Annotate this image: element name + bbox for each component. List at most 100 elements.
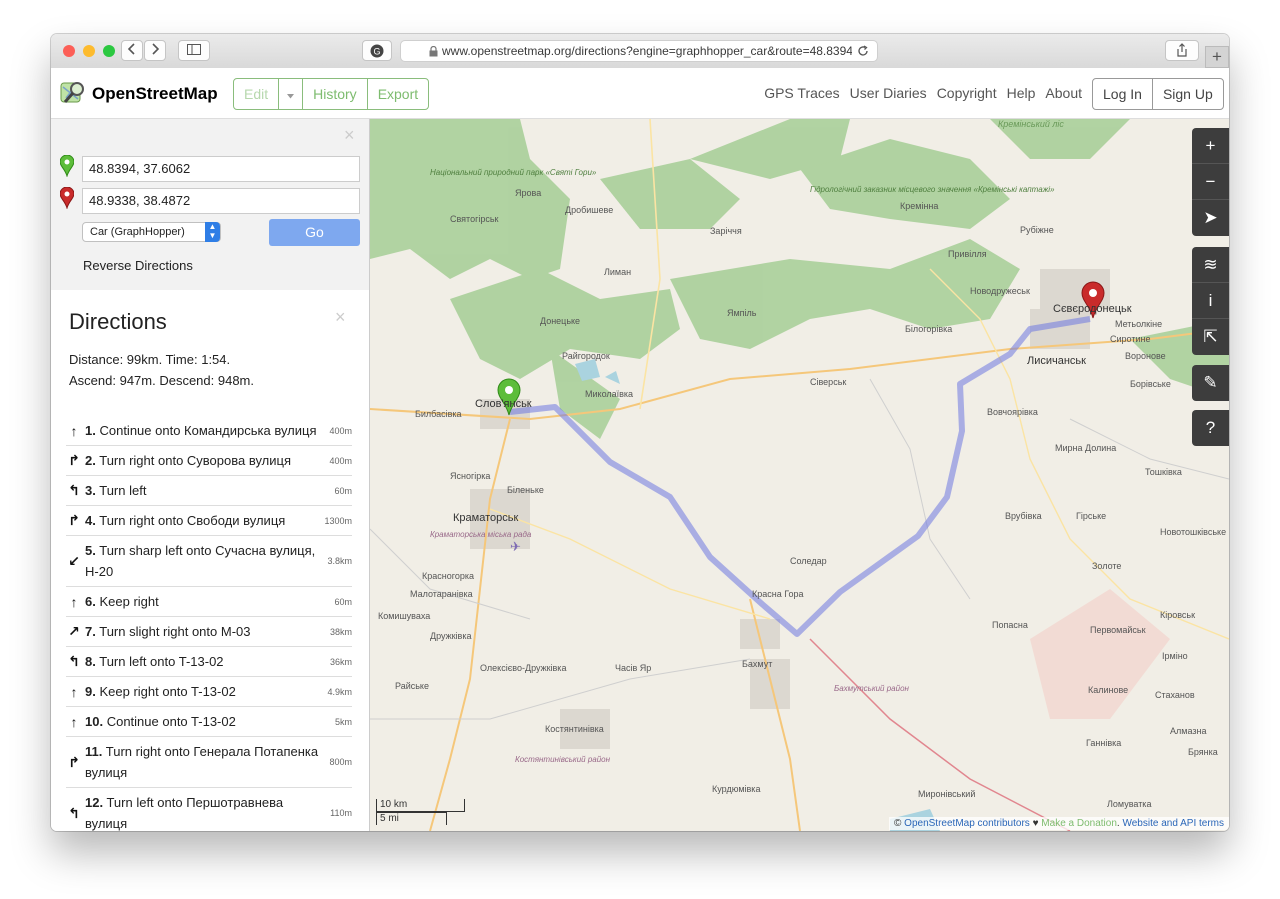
map-tools: ≋ i ⇱: [1192, 247, 1229, 355]
map-label: Гідрологічний заказник місцевого значенн…: [810, 185, 1055, 194]
direction-step[interactable]: ↙ 5. Turn sharp left onto Сучасна вулиця…: [66, 536, 352, 587]
nav-help[interactable]: Help: [1007, 85, 1036, 101]
map-label: Рубіжне: [1020, 225, 1054, 235]
back-button[interactable]: [121, 40, 143, 61]
map-label: Тошківка: [1145, 467, 1182, 477]
engine-select[interactable]: Car (GraphHopper) ▲ ▼: [82, 222, 221, 242]
step-text: Turn right onto Генерала Потапенка вулиц…: [85, 744, 319, 780]
go-button[interactable]: Go: [269, 219, 360, 246]
turn-left-icon: ↰: [68, 804, 80, 821]
terms-link[interactable]: Website and API terms: [1122, 818, 1224, 829]
straight-arrow-icon: ↑: [70, 713, 78, 730]
login-button[interactable]: Log In: [1093, 79, 1153, 109]
step-text: Keep right onto T-13-02: [99, 684, 236, 699]
route-form: × 48.8394, 37.6062 48.9338, 38.4872 Car …: [51, 119, 369, 290]
signup-button[interactable]: Sign Up: [1153, 79, 1223, 109]
secondary-nav: GPS Traces User Diaries Copyright Help A…: [764, 85, 1082, 101]
locate-icon[interactable]: ➤: [1192, 200, 1229, 236]
direction-step[interactable]: ↱ 2. Turn right onto Суворова вулиця 400…: [66, 446, 352, 476]
nav-user-diaries[interactable]: User Diaries: [850, 85, 927, 101]
layers-icon[interactable]: ≋: [1192, 247, 1229, 283]
to-input[interactable]: 48.9338, 38.4872: [82, 188, 360, 214]
from-input[interactable]: 48.8394, 37.6062: [82, 156, 360, 182]
map-label: Малотаранівка: [410, 589, 473, 599]
map-label: Ямпіль: [727, 308, 757, 318]
nav-about[interactable]: About: [1045, 85, 1082, 101]
close-directions-icon[interactable]: ×: [335, 307, 346, 328]
direction-step[interactable]: ↑ 10. Continue onto T-13-02 5km: [66, 707, 352, 737]
direction-step[interactable]: ↗ 7. Turn slight right onto M-03 38km: [66, 617, 352, 647]
zoom-controls: + − ➤: [1192, 128, 1229, 236]
share-icon: [1177, 43, 1187, 57]
direction-step[interactable]: ↑ 6. Keep right 60m: [66, 587, 352, 617]
zoom-out-icon[interactable]: −: [1192, 164, 1229, 200]
sharp-left-icon: ↙: [68, 552, 80, 569]
map-label: Ломуватка: [1107, 799, 1151, 809]
distance-time: Distance: 99km. Time: 1:54.: [69, 352, 231, 367]
direction-step[interactable]: ↱ 11. Turn right onto Генерала Потапенка…: [66, 737, 352, 788]
note-icon[interactable]: ✎: [1192, 365, 1229, 401]
map-label: Олексієво-Дружківка: [480, 663, 566, 673]
share-icon[interactable]: ⇱: [1192, 319, 1229, 355]
map-label: Калинове: [1088, 685, 1128, 695]
history-button[interactable]: History: [303, 79, 368, 109]
map-label: Ясногірка: [450, 471, 490, 481]
direction-step[interactable]: ↑ 1. Continue onto Командирська вулиця 4…: [66, 416, 352, 446]
caret-down-icon: [287, 94, 295, 99]
address-bar[interactable]: www.openstreetmap.org/directions?engine=…: [400, 40, 878, 62]
map-canvas[interactable]: ✈ Кремінський ліс Національний природний…: [370, 119, 1229, 831]
close-route-form-icon[interactable]: ×: [344, 125, 355, 146]
map-label: Ірміно: [1162, 651, 1188, 661]
site-settings-button[interactable]: G: [362, 40, 392, 61]
scale-km: 10 km: [376, 799, 465, 812]
share-button[interactable]: [1165, 40, 1199, 61]
edit-button-group: Edit History Export: [233, 78, 430, 110]
forward-button[interactable]: [144, 40, 166, 61]
direction-step[interactable]: ↰ 12. Turn left onto Першотравнева вулиц…: [66, 788, 352, 831]
map-label: Кіровськ: [1160, 610, 1195, 620]
map-view[interactable]: ✈ Кремінський ліс Національний природний…: [370, 119, 1229, 831]
info-icon[interactable]: i: [1192, 283, 1229, 319]
reverse-directions-link[interactable]: Reverse Directions: [83, 258, 193, 273]
nav-copyright[interactable]: Copyright: [937, 85, 997, 101]
map-scale: 10 km 5 mi: [376, 799, 465, 825]
map-label: Костянтинівський район: [515, 755, 611, 764]
step-distance: 4.9km: [327, 686, 352, 697]
map-label: Донецьке: [540, 316, 580, 326]
directions-title: Directions: [69, 309, 167, 334]
minimize-window-button[interactable]: [83, 45, 95, 57]
sidebar-toggle-button[interactable]: [178, 40, 210, 61]
nav-gps-traces[interactable]: GPS Traces: [764, 85, 839, 101]
direction-step[interactable]: ↱ 4. Turn right onto Свободи вулиця 1300…: [66, 506, 352, 536]
reload-icon[interactable]: [857, 45, 869, 57]
direction-step[interactable]: ↰ 3. Turn left 60m: [66, 476, 352, 506]
map-label: Воронове: [1125, 351, 1166, 361]
map-label: Костянтинівка: [545, 724, 604, 734]
map-attribution: © OpenStreetMap contributors ♥ Make a Do…: [889, 817, 1229, 830]
direction-step[interactable]: ↰ 8. Turn left onto T-13-02 36km: [66, 647, 352, 677]
close-window-button[interactable]: [63, 45, 75, 57]
zoom-in-icon[interactable]: +: [1192, 128, 1229, 164]
contributors-link[interactable]: OpenStreetMap contributors: [904, 818, 1030, 829]
direction-step[interactable]: ↑ 9. Keep right onto T-13-02 4.9km: [66, 677, 352, 707]
copyright-symbol: ©: [894, 818, 902, 829]
query-icon[interactable]: ?: [1192, 410, 1229, 446]
edit-dropdown-button[interactable]: [279, 79, 304, 109]
export-button[interactable]: Export: [368, 79, 428, 109]
straight-arrow-icon: ↑: [70, 422, 78, 439]
new-tab-button[interactable]: +: [1205, 46, 1229, 68]
map-label: Новотошківське: [1160, 527, 1226, 537]
map-label: Брянка: [1188, 747, 1218, 757]
edit-button[interactable]: Edit: [234, 79, 280, 109]
site-name[interactable]: OpenStreetMap: [92, 84, 218, 104]
donation-link[interactable]: Make a Donation: [1041, 818, 1117, 829]
map-label: Бахмут: [742, 659, 772, 669]
query-control: ?: [1192, 410, 1229, 446]
step-number: 9.: [85, 684, 96, 699]
zoom-window-button[interactable]: [103, 45, 115, 57]
step-distance: 60m: [334, 485, 352, 496]
map-label: Красногорка: [422, 571, 474, 581]
osm-logo-icon[interactable]: [60, 80, 86, 106]
chevron-left-icon: [127, 43, 135, 55]
step-text: Turn right onto Свободи вулиця: [99, 513, 286, 528]
